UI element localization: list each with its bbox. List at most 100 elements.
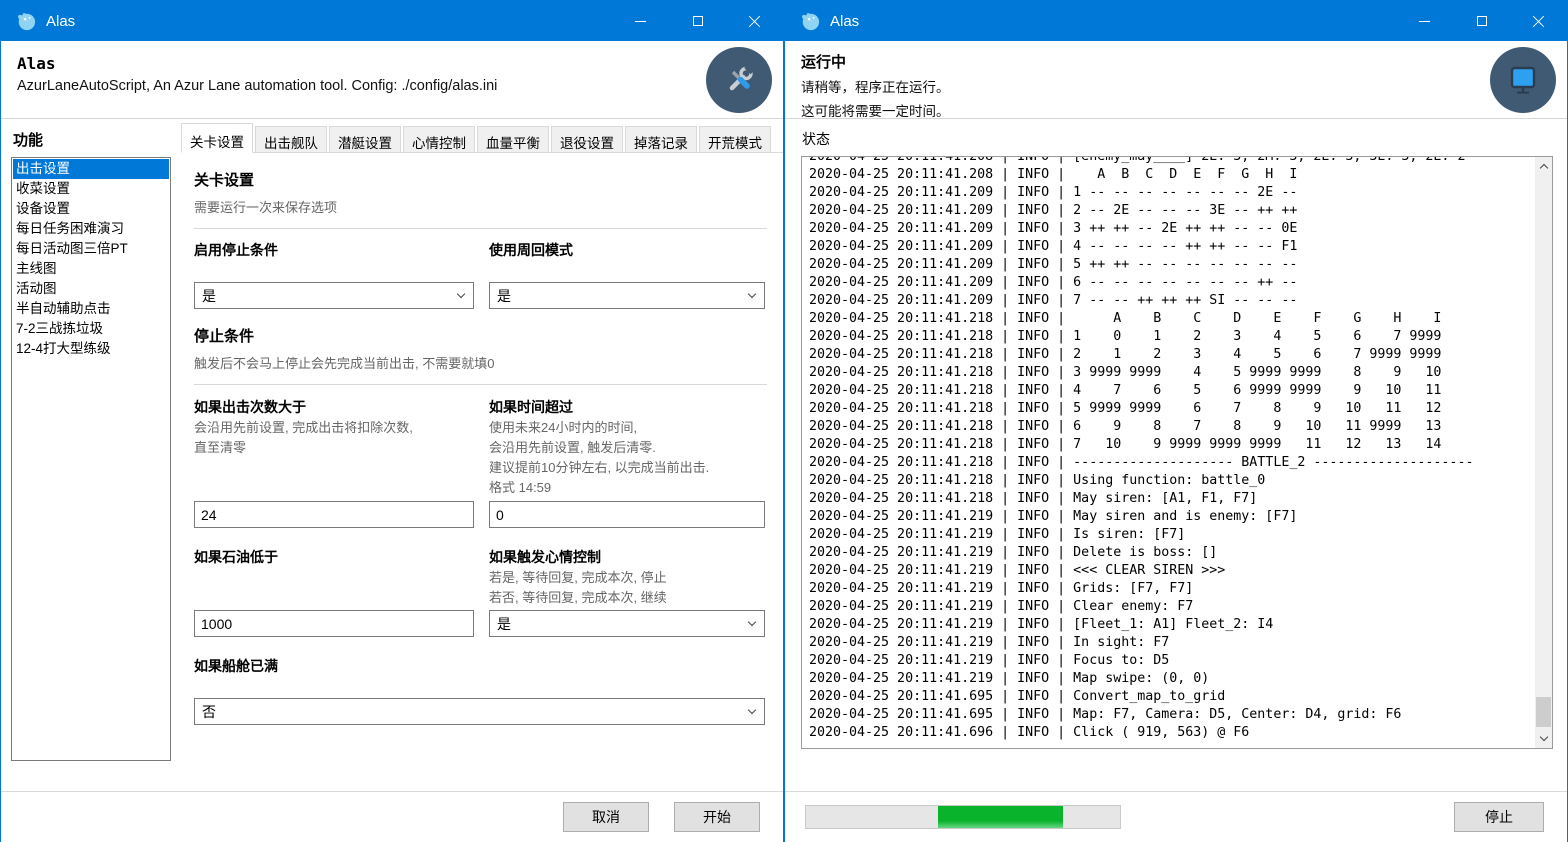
log-line: 2020-04-25 20:11:41.219 | INFO | Clear e… [809, 598, 1532, 616]
minimize-icon [635, 21, 646, 22]
log-line: 2020-04-25 20:11:41.219 | INFO | Focus t… [809, 652, 1532, 670]
enable-stop-label: 启用停止条件 [194, 241, 474, 259]
log-scrollbar[interactable] [1535, 157, 1552, 748]
maximize-button[interactable] [1453, 1, 1510, 41]
run-status-line: 这可能将需要一定时间。 [801, 100, 1567, 120]
enable-stop-select[interactable]: 是 [194, 282, 474, 309]
scroll-up-button[interactable] [1535, 158, 1552, 175]
emotion-control-value: 是 [497, 614, 511, 634]
section-desc: 需要运行一次来保存选项 [194, 199, 767, 216]
caption-buttons [1396, 1, 1567, 41]
maximize-icon [1477, 16, 1487, 26]
enable-stop-value: 是 [202, 286, 216, 306]
chevron-down-icon [457, 290, 465, 298]
log-line: 2020-04-25 20:11:41.219 | INFO | Delete … [809, 544, 1532, 562]
sidebar-item[interactable]: 收菜设置 [13, 179, 169, 199]
sidebar-item[interactable]: 12-4打大型练级 [13, 339, 169, 359]
close-button[interactable] [1510, 1, 1567, 41]
sidebar-item[interactable]: 每日活动图三倍PT [13, 239, 169, 259]
time-limit-input[interactable] [489, 501, 765, 528]
cancel-button[interactable]: 取消 [563, 802, 649, 832]
log-line: 2020-04-25 20:11:41.209 | INFO | 6 -- --… [809, 274, 1532, 292]
dock-full-select[interactable]: 否 [194, 698, 765, 725]
log-line: 2020-04-25 20:11:41.218 | INFO | 5 9999 … [809, 400, 1532, 418]
stop-button[interactable]: 停止 [1454, 802, 1544, 832]
cycle-mode-value: 是 [497, 286, 511, 306]
log-line: 2020-04-25 20:11:41.209 | INFO | 3 ++ ++… [809, 220, 1532, 238]
sortie-count-input[interactable] [194, 501, 474, 528]
maximize-icon [693, 16, 703, 26]
scroll-down-button[interactable] [1535, 730, 1552, 747]
sidebar-item[interactable]: 每日任务困难演习 [13, 219, 169, 239]
log-line: 2020-04-25 20:11:41.695 | INFO | Map: F7… [809, 706, 1532, 724]
sidebar-item[interactable]: 出击设置 [13, 159, 169, 179]
sortie-count-label: 如果出击次数大于 [194, 398, 474, 416]
tab[interactable]: 掉落记录 [625, 126, 697, 152]
dock-full-value: 否 [202, 702, 216, 722]
sidebar-item[interactable]: 半自动辅助点击 [13, 299, 169, 319]
sortie-count-desc: 会沿用先前设置, 完成出击将扣除次数, [194, 419, 474, 436]
runner-footer: 停止 [785, 791, 1567, 842]
section-title: 关卡设置 [194, 169, 767, 190]
emotion-control-select[interactable]: 是 [489, 610, 765, 637]
chevron-up-icon [1539, 164, 1547, 172]
window-title: Alas [46, 13, 75, 30]
minimize-button[interactable] [612, 1, 669, 41]
runner-window: Alas 运行中 请稍等，程序正在运行。 这可能将需要一定时间。 [784, 0, 1568, 842]
log-line: 2020-04-25 20:11:41.695 | INFO | Convert… [809, 688, 1532, 706]
chevron-down-icon [748, 706, 756, 714]
maximize-button[interactable] [669, 1, 726, 41]
close-icon [1532, 15, 1545, 28]
minimize-icon [1419, 21, 1430, 22]
emotion-control-desc: 若是, 等待回复, 完成本次, 停止 [489, 569, 765, 586]
log-line: 2020-04-25 20:11:41.696 | INFO | Click (… [809, 724, 1532, 742]
log-line: 2020-04-25 20:11:41.218 | INFO | 1 0 1 2… [809, 328, 1532, 346]
log-line: 2020-04-25 20:11:41.218 | INFO | 2 1 2 3… [809, 346, 1532, 364]
chevron-down-icon [748, 618, 756, 626]
sidebar-heading: 功能 [11, 126, 171, 157]
log-line: 2020-04-25 20:11:41.219 | INFO | Grids: … [809, 580, 1532, 598]
log-line: 2020-04-25 20:11:41.218 | INFO | May sir… [809, 490, 1532, 508]
sidebar-item[interactable]: 设备设置 [13, 199, 169, 219]
function-list[interactable]: 出击设置收菜设置设备设置每日任务困难演习每日活动图三倍PT主线图活动图半自动辅助… [11, 157, 171, 761]
log-line: 2020-04-25 20:11:41.219 | INFO | In sigh… [809, 634, 1532, 652]
sidebar-item[interactable]: 7-2三战拣垃圾 [13, 319, 169, 339]
chevron-down-icon [1539, 733, 1547, 741]
caption-buttons [612, 1, 783, 41]
log-line: 2020-04-25 20:11:41.218 | INFO | 6 9 8 7… [809, 418, 1532, 436]
tab[interactable]: 心情控制 [403, 126, 475, 152]
tab[interactable]: 出击舰队 [255, 126, 327, 152]
tab[interactable]: 关卡设置 [181, 123, 253, 153]
tools-icon [706, 47, 772, 113]
runner-header: 运行中 请稍等，程序正在运行。 这可能将需要一定时间。 [785, 41, 1567, 119]
cycle-mode-select[interactable]: 是 [489, 282, 765, 309]
stage-settings-panel: 关卡设置 需要运行一次来保存选项 启用停止条件 是 使用周回模式 [181, 153, 783, 791]
stop-section-title: 停止条件 [194, 325, 767, 346]
log-line: 2020-04-25 20:11:41.218 | INFO | 7 10 9 … [809, 436, 1532, 454]
tab[interactable]: 潜艇设置 [329, 126, 401, 152]
oil-limit-input[interactable] [194, 610, 474, 637]
cycle-mode-label: 使用周回模式 [489, 241, 765, 259]
start-button[interactable]: 开始 [674, 802, 760, 832]
log-output[interactable]: 2020-04-25 20:11:41.208 | INFO | [enemy_… [801, 156, 1553, 749]
tab[interactable]: 开荒模式 [699, 126, 771, 152]
log-line: 2020-04-25 20:11:41.209 | INFO | 2 -- 2E… [809, 202, 1532, 220]
minimize-button[interactable] [1396, 1, 1453, 41]
log-line: 2020-04-25 20:11:41.209 | INFO | 7 -- --… [809, 292, 1532, 310]
tabbar: 关卡设置出击舰队潜艇设置心情控制血量平衡退役设置掉落记录开荒模式 [181, 123, 783, 153]
close-button[interactable] [726, 1, 783, 41]
tab[interactable]: 退役设置 [551, 126, 623, 152]
log-line: 2020-04-25 20:11:41.208 | INFO | [enemy_… [809, 156, 1532, 166]
sidebar-item[interactable]: 活动图 [13, 279, 169, 299]
time-limit-desc: 格式 14:59 [489, 479, 765, 496]
log-lines: 2020-04-25 20:11:41.208 | INFO | [enemy_… [802, 156, 1552, 742]
monitor-icon [1490, 47, 1556, 113]
sidebar-item[interactable]: 主线图 [13, 259, 169, 279]
tab[interactable]: 血量平衡 [477, 126, 549, 152]
chevron-down-icon [748, 290, 756, 298]
divider [194, 384, 767, 385]
log-line: 2020-04-25 20:11:41.218 | INFO | Using f… [809, 472, 1532, 490]
dock-full-label: 如果船舱已满 [194, 657, 765, 675]
scrollbar-thumb[interactable] [1536, 697, 1551, 727]
log-line: 2020-04-25 20:11:41.218 | INFO | -------… [809, 454, 1532, 472]
